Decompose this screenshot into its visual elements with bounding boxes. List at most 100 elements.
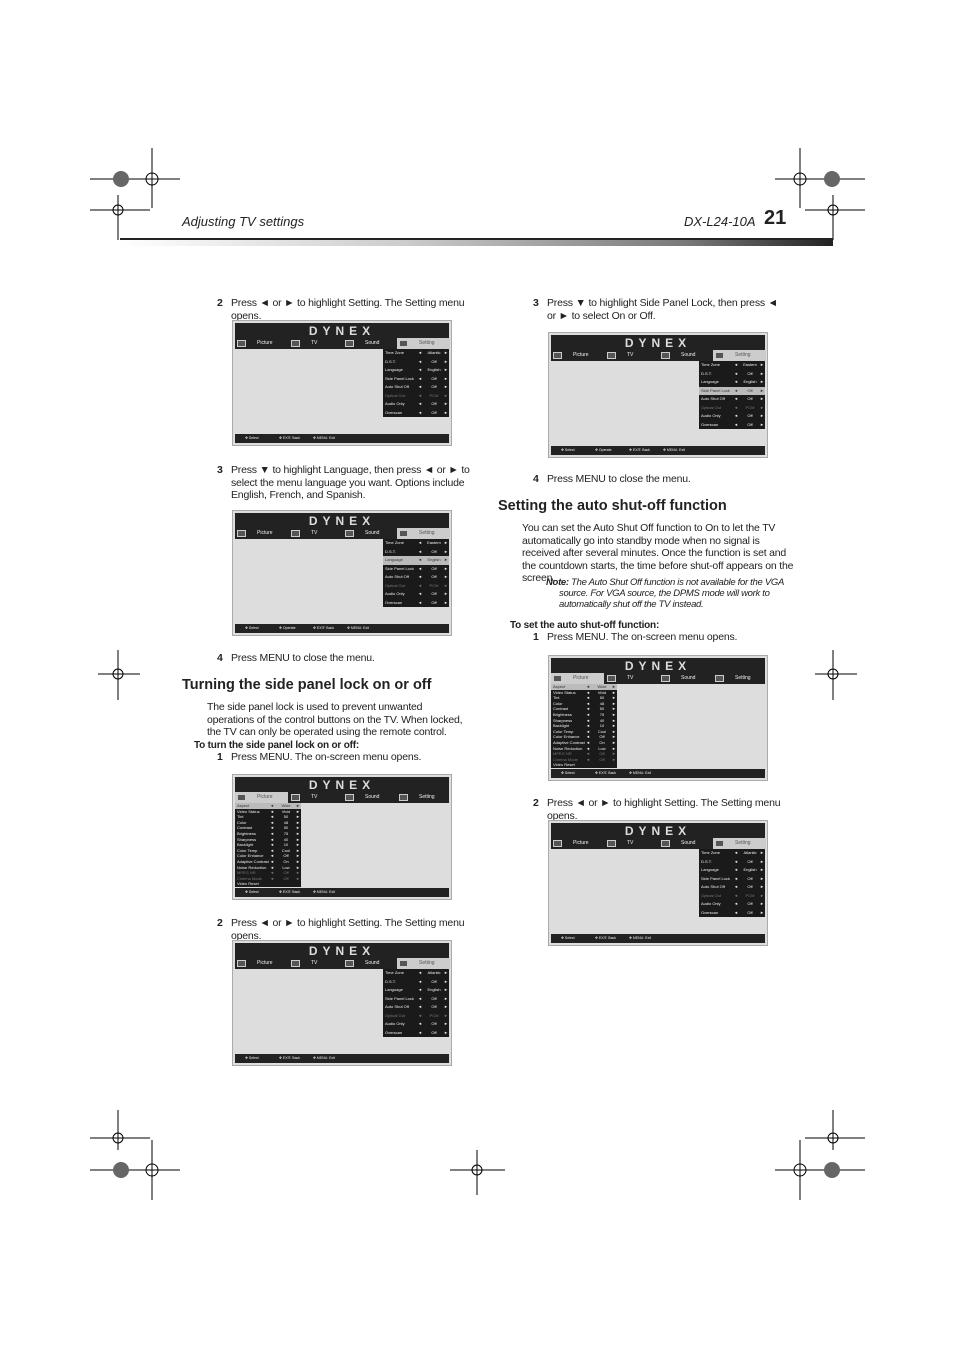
setting-icon <box>715 675 724 682</box>
menu-row-value: Off <box>747 370 753 376</box>
footer-hint: ✥ EXIT: Back <box>279 436 301 440</box>
left-arrow-icon: ◄ <box>418 409 422 415</box>
menu-row: Auto Shut Off ◄ Off ► <box>383 383 449 392</box>
menu-tab-picture: Picture <box>235 528 288 539</box>
menu-row-value: Off <box>747 413 753 418</box>
menu-header: DYNEX Picture TV Sound Setting <box>235 943 450 969</box>
step: 4 Press MENU to close the menu. <box>533 473 691 485</box>
right-arrow-icon: ► <box>444 384 448 389</box>
menu-header: DYNEX Picture TV Sound Setting <box>235 323 450 349</box>
tv-menu-screenshot: DYNEX Picture TV Sound Setting Aspect ◄ Wide ► Vi… <box>548 655 768 781</box>
menu-row: Time Zone ◄ Atlantic ► <box>383 969 449 978</box>
menu-row-value: Atlantic <box>743 850 757 855</box>
menu-row-label: Audio Only <box>385 591 405 596</box>
menu-row-label: Overscan <box>385 409 403 415</box>
menu-row-value: Off <box>747 901 753 906</box>
menu-row-label: D.S.T. <box>701 370 712 376</box>
left-arrow-icon: ◄ <box>734 362 738 367</box>
menu-row-label: D.S.T. <box>385 358 396 364</box>
left-arrow-icon: ◄ <box>418 401 422 406</box>
menu-tab-label: TV <box>311 340 318 346</box>
menu-row-value: Off <box>431 409 437 415</box>
picture-icon <box>237 960 246 967</box>
right-arrow-icon: ► <box>760 413 764 418</box>
sound-icon <box>345 530 354 537</box>
section-title: Adjusting TV settings <box>182 214 305 229</box>
picture-icon <box>237 530 246 537</box>
left-arrow-icon: ◄ <box>418 591 422 596</box>
left-arrow-icon: ◄ <box>418 548 422 554</box>
menu-tab-label: TV <box>627 840 634 846</box>
step: 1 Press MENU. The on-screen menu opens. <box>217 751 422 763</box>
tv-menu-screenshot: DYNEX Picture TV Sound Setting Time Zone ◄ Atla… <box>548 820 768 946</box>
menu-tab-label: Sound <box>365 530 380 536</box>
menu-row: Time Zone ◄ Atlantic ► <box>699 849 765 858</box>
section-heading: Turning the side panel lock on or off <box>182 677 432 693</box>
menu-tab-label: TV <box>627 352 634 358</box>
manual-page: Adjusting TV settings DX-L24-10A 21 2 Pre… <box>0 0 954 1350</box>
menu-tab-label: TV <box>311 530 318 536</box>
left-arrow-icon: ◄ <box>734 370 738 376</box>
menu-row-value: PCM <box>745 404 755 410</box>
footer-hint: ✥ EXIT: Back <box>629 448 651 452</box>
menu-tab-label: Sound <box>681 352 696 358</box>
menu-row-label: Optical Out <box>385 1012 406 1018</box>
menu-row: Side Panel Lock ◄ Off ► <box>699 875 765 884</box>
menu-tab-label: Sound <box>681 675 696 681</box>
left-arrow-icon: ◄ <box>418 582 422 588</box>
menu-tab-sound: Sound <box>659 673 712 684</box>
menu-footer: ✥ Select ✥ Operate ✥ EXIT: Back ✥ MENU: Exi… <box>235 624 449 633</box>
menu-row-label: Optical Out <box>385 582 406 588</box>
menu-row-value: English <box>743 867 757 872</box>
menu-row-value: Off <box>431 599 437 605</box>
step: 2 Press ◄ or ► to highlight Setting. The … <box>533 797 781 822</box>
sound-icon <box>345 340 354 347</box>
left-arrow-icon: ◄ <box>734 413 738 418</box>
menu-tab-label: Picture <box>573 675 589 681</box>
right-arrow-icon: ► <box>760 892 764 898</box>
menu-tab-label: TV <box>311 794 318 800</box>
footer-hint: ✥ MENU: Exit <box>663 448 685 452</box>
left-arrow-icon: ◄ <box>418 1029 422 1035</box>
menu-tab-label: Picture <box>573 840 589 846</box>
dynex-logo: DYNEX <box>308 324 376 338</box>
menu-row-label: Time Zone <box>385 350 404 355</box>
right-arrow-icon: ► <box>444 409 448 415</box>
menu-tab-label: Setting <box>419 340 435 346</box>
right-arrow-icon: ► <box>760 858 764 864</box>
right-arrow-icon: ► <box>444 350 448 355</box>
right-arrow-icon: ► <box>444 358 448 364</box>
menu-tab-label: Sound <box>365 340 380 346</box>
menu-row-label: Optical Out <box>701 404 722 410</box>
menu-row-value: Off <box>431 1021 437 1026</box>
menu-panel: Aspect ◄ Wide ► Video Status ◄ Vivid ► Tint ◄ 50 ► C… <box>235 803 301 887</box>
left-arrow-icon: ◄ <box>734 867 738 872</box>
menu-row-value: Off <box>747 884 753 889</box>
menu-row-value: Atlantic <box>427 970 441 975</box>
footer-hint: ✥ EXIT: Back <box>595 771 617 775</box>
menu-row-label: Auto Shut Off <box>385 1004 409 1009</box>
menu-tab-setting: Setting <box>397 958 450 969</box>
tv-icon <box>291 530 300 537</box>
left-arrow-icon: ◄ <box>418 565 422 571</box>
menu-row: Audio Only ◄ Off ► <box>383 400 449 409</box>
menu-row-label: Auto Shut Off <box>385 574 409 579</box>
menu-row-value: English <box>427 557 441 562</box>
left-arrow-icon: ◄ <box>734 421 738 427</box>
left-arrow-icon: ◄ <box>734 858 738 864</box>
menu-row-label: Video Reset <box>553 762 575 768</box>
menu-row-label: Language <box>385 367 403 372</box>
menu-row-label: Language <box>701 379 719 384</box>
right-arrow-icon: ► <box>444 375 448 381</box>
menu-row-label: Language <box>701 867 719 872</box>
sound-icon <box>345 960 354 967</box>
left-arrow-icon: ◄ <box>734 901 738 906</box>
paragraph: The side panel lock is used to prevent u… <box>207 701 463 738</box>
menu-row: Side Panel Lock ◄ Off ► <box>383 375 449 384</box>
dynex-logo: DYNEX <box>624 824 692 838</box>
menu-row: Overscan ◄ Off ► <box>699 421 765 430</box>
model-number: DX-L24-10A <box>684 214 756 229</box>
right-arrow-icon: ► <box>760 362 764 367</box>
dynex-logo: DYNEX <box>308 514 376 528</box>
menu-footer: ✥ Select ✥ EXIT: Back ✥ MENU: Exit <box>235 1054 449 1063</box>
